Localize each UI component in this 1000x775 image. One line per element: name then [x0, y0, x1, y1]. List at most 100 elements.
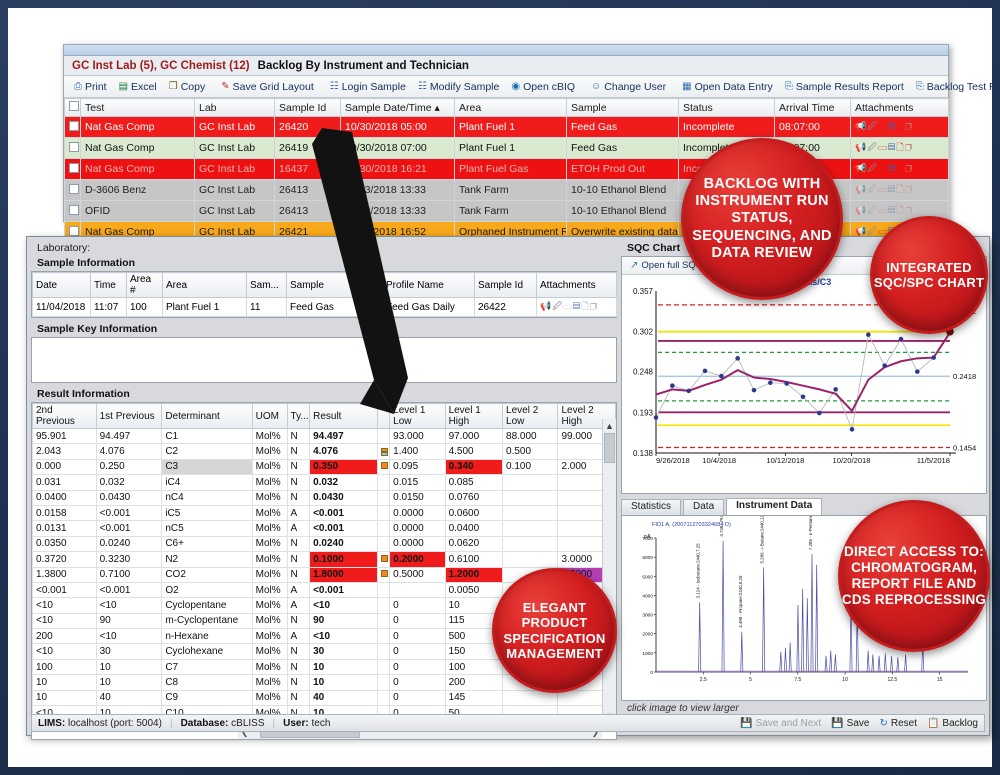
cell-level1-low[interactable]: 0.095 — [389, 458, 446, 476]
cell-flag[interactable] — [376, 581, 391, 599]
cell-lab[interactable]: GC Inst Lab — [194, 116, 275, 138]
cell-level1-high[interactable]: 0.085 — [444, 474, 504, 491]
backlog-col-attachments[interactable]: Attachments — [850, 98, 949, 117]
cell-sample[interactable]: Feed Gas — [566, 116, 679, 138]
attachment-icons[interactable]: 📢🖉▭▤🗋❐ — [540, 301, 598, 311]
cell-level1-low[interactable]: 0 — [389, 597, 446, 614]
cell-uom[interactable]: Mol% — [251, 628, 288, 645]
cell-sample-id[interactable]: 26413 — [274, 179, 341, 201]
cell-2nd-previous[interactable]: 0.031 — [32, 474, 97, 491]
result-col-determinant[interactable]: Determinant — [161, 403, 253, 429]
cell-result[interactable]: 0.1000 — [309, 551, 378, 568]
cell-2nd-previous[interactable]: 95.901 — [32, 427, 97, 445]
cell-2nd-previous[interactable]: 10 — [32, 689, 97, 707]
cell-level1-low[interactable]: 0.015 — [389, 474, 446, 491]
cell-lab[interactable]: GC Inst Lab — [194, 137, 275, 159]
select-all-header[interactable] — [64, 98, 81, 117]
cell-2nd-previous[interactable]: 0.0158 — [32, 504, 97, 522]
cell-2nd-previous[interactable]: 0.0400 — [32, 489, 97, 506]
sample-id[interactable]: 26422 — [474, 297, 537, 317]
cell-flag[interactable] — [376, 628, 391, 645]
cell-2nd-previous[interactable]: 100 — [32, 658, 97, 676]
cell-uom[interactable]: Mol% — [251, 658, 288, 676]
cell-result[interactable]: <0.001 — [309, 520, 378, 537]
cell-flag[interactable] — [376, 474, 391, 491]
cell-determinant[interactable]: m-Cyclopentane — [161, 612, 253, 630]
cell-level1-low[interactable]: 0.0000 — [389, 520, 446, 537]
cell-level1-high[interactable]: 0.0400 — [444, 520, 504, 537]
cell-sample-id[interactable]: 26419 — [274, 137, 341, 159]
sample-info-row[interactable]: 11/04/2018 11:07 100 Plant Fuel 1 11 Fee… — [32, 297, 617, 317]
result-col-level-1-low[interactable]: Level 1 Low — [389, 403, 446, 429]
cell-type[interactable]: N — [286, 443, 311, 460]
cell-result[interactable]: 90 — [309, 612, 378, 630]
cell-area[interactable]: Tank Farm — [454, 200, 567, 222]
cell-level1-low[interactable]: 1.400 — [389, 443, 446, 460]
sample-key-information-box[interactable] — [31, 337, 617, 383]
cell-level1-low[interactable] — [389, 581, 446, 599]
sample-info-col-profile-name[interactable]: Profile Name — [382, 272, 475, 298]
cell-1st-previous[interactable]: <10 — [95, 597, 163, 614]
cell-sample[interactable]: ETOH Prod Out — [566, 158, 679, 180]
row-checkbox[interactable] — [69, 120, 79, 131]
cell-uom[interactable]: Mol% — [251, 566, 288, 583]
cell-2nd-previous[interactable]: <10 — [32, 597, 97, 614]
cell-level2-low[interactable] — [502, 535, 559, 553]
cell-attachments[interactable]: 📢🖉▭▤🗋❐ — [850, 179, 949, 201]
cell-result[interactable]: 10 — [309, 674, 378, 691]
cell-level1-high[interactable]: 0.0600 — [444, 504, 504, 522]
cell-determinant[interactable]: C9 — [161, 689, 253, 707]
cell-result[interactable]: 0.0430 — [309, 489, 378, 506]
cell-type[interactable]: N — [286, 474, 311, 491]
row-checkbox-cell[interactable] — [64, 158, 81, 180]
cell-result[interactable]: 40 — [309, 689, 378, 707]
cell-level2-low[interactable]: 88.000 — [502, 427, 559, 445]
cell-level1-low[interactable]: 0 — [389, 612, 446, 630]
data-point[interactable] — [719, 373, 724, 379]
cell-type[interactable]: N — [286, 489, 311, 506]
scroll-up-arrow[interactable]: ▲ — [603, 419, 616, 433]
cell-level1-high[interactable]: 0.0050 — [444, 581, 504, 599]
row-checkbox-cell[interactable] — [64, 116, 81, 138]
toolbar-sample-results-report[interactable]: ⎘ Sample Results Report — [779, 77, 910, 97]
cell-uom[interactable]: Mol% — [251, 535, 288, 553]
data-point[interactable] — [817, 410, 822, 416]
sample-info-col-time[interactable]: Time — [90, 272, 127, 298]
cell-area[interactable]: Plant Fuel 1 — [454, 137, 567, 159]
backlog-col-lab[interactable]: Lab — [194, 98, 275, 117]
data-point[interactable] — [898, 336, 904, 342]
result-col-1st-previous[interactable]: 1st Previous — [95, 403, 163, 429]
cell-status[interactable]: Incomplete — [678, 116, 775, 138]
attachment-icons[interactable]: 📢🖉▭▤🗋❐ — [855, 163, 913, 173]
toolbar-open-data-entry[interactable]: ▦ Open Data Entry — [676, 77, 779, 97]
cell-type[interactable]: N — [286, 689, 311, 707]
cell-determinant[interactable]: CO2 — [161, 566, 253, 583]
cell-determinant[interactable]: C2 — [161, 443, 253, 460]
cell-level1-low[interactable]: 0.0000 — [389, 504, 446, 522]
sample-attachments[interactable]: 📢🖉▭▤🗋❐ — [536, 297, 617, 317]
sample-info-col-sample[interactable]: Sample — [286, 272, 383, 298]
cell-flag[interactable] — [376, 612, 391, 630]
cell-result[interactable]: <0.001 — [309, 504, 378, 522]
cell-2nd-previous[interactable]: 2.043 — [32, 443, 97, 460]
cell-level2-low[interactable]: 0.100 — [502, 458, 559, 476]
data-point[interactable] — [751, 387, 757, 393]
cell-level1-high[interactable]: 0.340 — [444, 458, 504, 476]
sample-profile-name[interactable]: Feed Gas Daily — [382, 297, 475, 317]
data-point[interactable] — [931, 355, 936, 360]
cell-1st-previous[interactable]: 90 — [95, 612, 163, 630]
data-point[interactable] — [702, 368, 708, 374]
cell-uom[interactable]: Mol% — [251, 443, 288, 460]
sample-info-col-sample-id[interactable]: Sample Id — [474, 272, 537, 298]
backlog-col-sample-id[interactable]: Sample Id — [274, 98, 341, 117]
tab-instrument-data[interactable]: Instrument Data — [726, 498, 823, 515]
cell-1st-previous[interactable]: <0.001 — [95, 520, 163, 537]
data-point[interactable] — [735, 356, 740, 361]
table-row[interactable]: Nat Gas Comp GC Inst Lab 26419 10/30/2018 0… — [64, 137, 949, 159]
scroll-thumb[interactable] — [604, 433, 615, 463]
cell-type[interactable]: N — [286, 658, 311, 676]
cell-flag[interactable] — [376, 520, 391, 537]
cell-attachments[interactable]: 📢🖉▭▤🗋❐ — [850, 158, 949, 180]
cell-determinant[interactable]: Cyclopentane — [161, 597, 253, 614]
data-point[interactable] — [784, 381, 789, 386]
